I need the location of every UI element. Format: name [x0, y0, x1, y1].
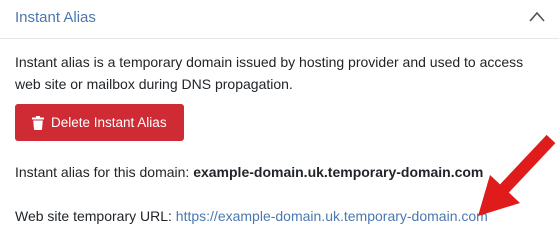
- panel-title: Instant Alias: [15, 9, 96, 26]
- instant-alias-line: Instant alias for this domain: example-d…: [15, 164, 483, 180]
- instant-alias-label: Instant alias for this domain:: [15, 164, 190, 180]
- temporary-url-line: Web site temporary URL: https://example-…: [15, 208, 488, 224]
- panel-header[interactable]: Instant Alias: [0, 0, 559, 39]
- delete-button-label: Delete Instant Alias: [51, 115, 167, 130]
- trash-icon: [32, 115, 44, 130]
- temporary-url-link[interactable]: https://example-domain.uk.temporary-doma…: [176, 208, 488, 224]
- chevron-up-icon[interactable]: [528, 10, 546, 24]
- delete-instant-alias-button[interactable]: Delete Instant Alias: [15, 104, 184, 141]
- instant-alias-value: example-domain.uk.temporary-domain.com: [193, 164, 484, 180]
- panel-description: Instant alias is a temporary domain issu…: [15, 54, 524, 92]
- temporary-url-label: Web site temporary URL:: [15, 208, 172, 224]
